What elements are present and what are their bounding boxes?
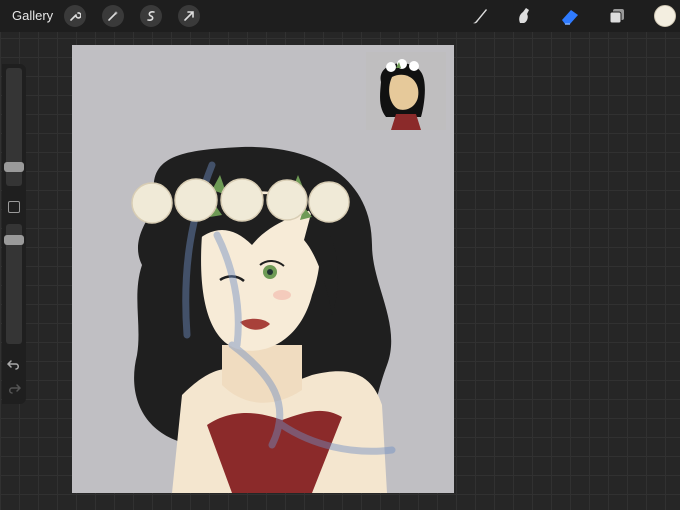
layers-icon (607, 6, 627, 26)
paint-brush-button[interactable] (468, 5, 492, 27)
gallery-button[interactable]: Gallery (12, 8, 53, 23)
adjustments-button[interactable] (102, 5, 124, 27)
magic-wand-icon (107, 10, 119, 22)
eraser-button[interactable] (558, 5, 582, 27)
top-toolbar: Gallery (0, 0, 680, 32)
reference-image[interactable] (366, 52, 446, 130)
sidebar (2, 64, 26, 404)
selection-icon (145, 10, 157, 22)
modify-button[interactable] (8, 201, 20, 213)
smudge-button[interactable] (512, 5, 536, 27)
smudge-icon (514, 6, 534, 26)
actions-button[interactable] (64, 5, 86, 27)
undo-icon[interactable] (6, 358, 22, 372)
opacity-thumb[interactable] (4, 235, 24, 245)
eraser-icon (559, 6, 581, 26)
layers-button[interactable] (605, 5, 629, 27)
selection-button[interactable] (140, 5, 162, 27)
wrench-icon (69, 10, 81, 22)
pupil (267, 269, 273, 275)
redo-icon[interactable] (6, 382, 22, 396)
transform-button[interactable] (178, 5, 200, 27)
brush-size-thumb[interactable] (4, 162, 24, 172)
transform-arrow-icon (183, 10, 195, 22)
color-picker-button[interactable] (654, 5, 676, 27)
brush-icon (470, 6, 490, 26)
blush (273, 290, 291, 300)
reference-dress (391, 114, 421, 130)
